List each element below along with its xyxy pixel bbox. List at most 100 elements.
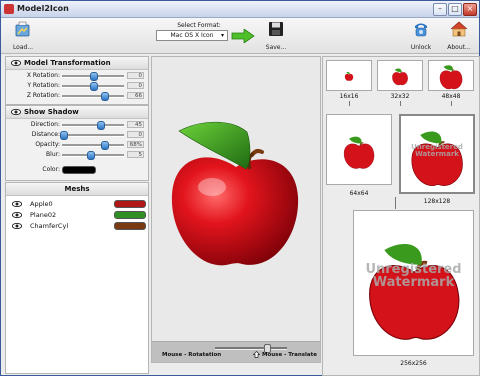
meshes-title: Meshs — [64, 185, 90, 193]
shadow-value[interactable]: 68% — [127, 141, 144, 148]
apple-thumbnail — [392, 68, 408, 86]
apple-thumbnail — [343, 136, 375, 169]
title-bar: Model2Icon – □ × — [1, 1, 479, 18]
shadow-label: Opacity: — [35, 141, 60, 148]
shadow-value[interactable]: 45 — [127, 121, 144, 128]
mesh-color-swatch[interactable] — [114, 211, 146, 219]
icon-tile-256[interactable]: Unregistered Watermark — [353, 210, 474, 356]
unlock-label: Unlock — [410, 44, 432, 51]
rotation-label: Y Rotation: — [27, 82, 60, 89]
model-transformation-title: Model Transformation — [24, 59, 111, 67]
viewport-controls-bar: Mouse - Rotatation Mouse - Translate — [152, 341, 320, 362]
mesh-name: Apple0 — [30, 200, 53, 208]
icon-tile-32[interactable] — [377, 60, 423, 91]
mesh-row[interactable]: Apple0 — [6, 199, 148, 209]
model-transformation-header: Model Transformation — [6, 57, 148, 70]
icon-tile-16[interactable] — [326, 60, 372, 91]
shadow-slider[interactable] — [60, 131, 124, 140]
format-select-value: Mac OS X Icon — [170, 32, 214, 39]
shadow-color-swatch[interactable] — [62, 166, 96, 174]
rotation-value[interactable]: 0 — [127, 72, 144, 79]
shadow-slider-thumb[interactable] — [97, 121, 106, 130]
maximize-button[interactable]: □ — [448, 3, 462, 16]
eye-icon[interactable] — [12, 212, 22, 218]
apple-thumbnail — [439, 65, 463, 90]
mesh-row[interactable]: ChamferCyl — [6, 221, 148, 231]
rotation-slider[interactable] — [62, 72, 124, 81]
watermark-text-256: Unregistered Watermark — [354, 263, 473, 289]
icon-size-label-32: 32x32 — [390, 93, 410, 100]
mesh-row[interactable]: Plane02 — [6, 210, 148, 220]
mesh-color-swatch[interactable] — [114, 200, 146, 208]
mesh-name: Plane02 — [30, 211, 57, 219]
shadow-row: Distance: 0 — [6, 131, 148, 140]
format-select[interactable]: Mac OS X Icon ▾ — [156, 30, 228, 41]
icon-tile-128[interactable]: Unregistered Watermark — [399, 114, 475, 194]
connector-line — [451, 101, 452, 106]
zoom-slider[interactable] — [215, 344, 287, 353]
mesh-name: ChamferCyl — [30, 222, 69, 230]
show-shadow-title: Show Shadow — [24, 108, 79, 116]
rotation-slider[interactable] — [62, 92, 124, 101]
load-label: Load... — [12, 44, 34, 51]
convert-arrow-icon — [231, 29, 255, 43]
rotation-row: X Rotation: 0 — [6, 72, 148, 81]
connector-line — [395, 197, 396, 209]
shadow-slider[interactable] — [62, 151, 124, 160]
rotation-slider-thumb[interactable] — [101, 92, 110, 101]
load-button[interactable]: Load... — [9, 20, 37, 51]
icon-tile-64[interactable] — [326, 114, 392, 185]
watermark-text-128: Unregistered Watermark — [401, 144, 473, 158]
watermark-line2: Watermark — [372, 275, 455, 290]
shadow-slider-thumb[interactable] — [101, 141, 110, 150]
apple-thumbnail — [344, 72, 354, 81]
shadow-slider-thumb[interactable] — [60, 131, 69, 140]
house-icon — [450, 21, 468, 37]
icon-tile-48[interactable] — [428, 60, 474, 91]
unlock-button[interactable]: Unlock — [407, 20, 435, 51]
rotation-slider[interactable] — [62, 82, 124, 91]
shadow-label: Blur: — [46, 151, 60, 158]
connector-line — [349, 101, 350, 106]
rotation-slider-thumb[interactable] — [90, 72, 98, 81]
app-window: Model2Icon – □ × Load... Select Format: … — [0, 0, 480, 376]
rotation-value[interactable]: 66 — [127, 92, 144, 99]
phone-icon — [415, 23, 427, 37]
shadow-label: Direction: — [30, 121, 60, 128]
shadow-row: Direction: 45 — [6, 121, 148, 130]
rotation-value[interactable]: 0 — [127, 82, 144, 89]
icon-preview-panel: 16x16 32x32 48x48 64x64 Unregistered Wat… — [322, 56, 480, 376]
shadow-slider[interactable] — [62, 141, 124, 150]
minimize-button[interactable]: – — [433, 3, 447, 16]
shadow-value[interactable]: 5 — [127, 151, 144, 158]
meshes-panel: Meshs Apple0 Plane02 ChamferCyl — [5, 182, 149, 374]
rotate-hint: Mouse - Rotatation — [162, 352, 222, 358]
load-icon — [15, 21, 30, 37]
shadow-row: Blur: 5 — [6, 151, 148, 160]
mesh-color-swatch[interactable] — [114, 222, 146, 230]
eye-icon[interactable] — [12, 201, 22, 207]
eye-icon[interactable] — [11, 109, 21, 115]
window-title: Model2Icon — [17, 4, 69, 13]
eye-icon[interactable] — [11, 60, 21, 66]
close-button[interactable]: × — [463, 3, 477, 16]
save-button[interactable]: Save... — [263, 20, 289, 51]
rotation-label: Z Rotation: — [26, 92, 60, 99]
floppy-disk-icon — [269, 22, 283, 36]
shadow-color-row: Color: — [6, 166, 148, 175]
shadow-label: Distance: — [31, 131, 60, 138]
eye-icon[interactable] — [12, 223, 22, 229]
3d-viewport[interactable]: Mouse - Rotatation Mouse - Translate — [151, 56, 321, 363]
about-button[interactable]: About... — [443, 20, 475, 51]
rotation-slider-thumb[interactable] — [90, 82, 98, 91]
shadow-value[interactable]: 0 — [127, 131, 144, 138]
shadow-row: Opacity: 68% — [6, 141, 148, 150]
shift-key-icon — [253, 351, 260, 358]
watermark-line2: Watermark — [415, 150, 459, 158]
save-label: Save... — [265, 44, 287, 51]
about-label: About... — [447, 44, 471, 51]
icon-size-label-256: 256x256 — [400, 360, 427, 367]
shadow-slider[interactable] — [62, 121, 124, 130]
shadow-slider-thumb[interactable] — [86, 151, 95, 160]
translate-hint: Mouse - Translate — [262, 352, 317, 358]
